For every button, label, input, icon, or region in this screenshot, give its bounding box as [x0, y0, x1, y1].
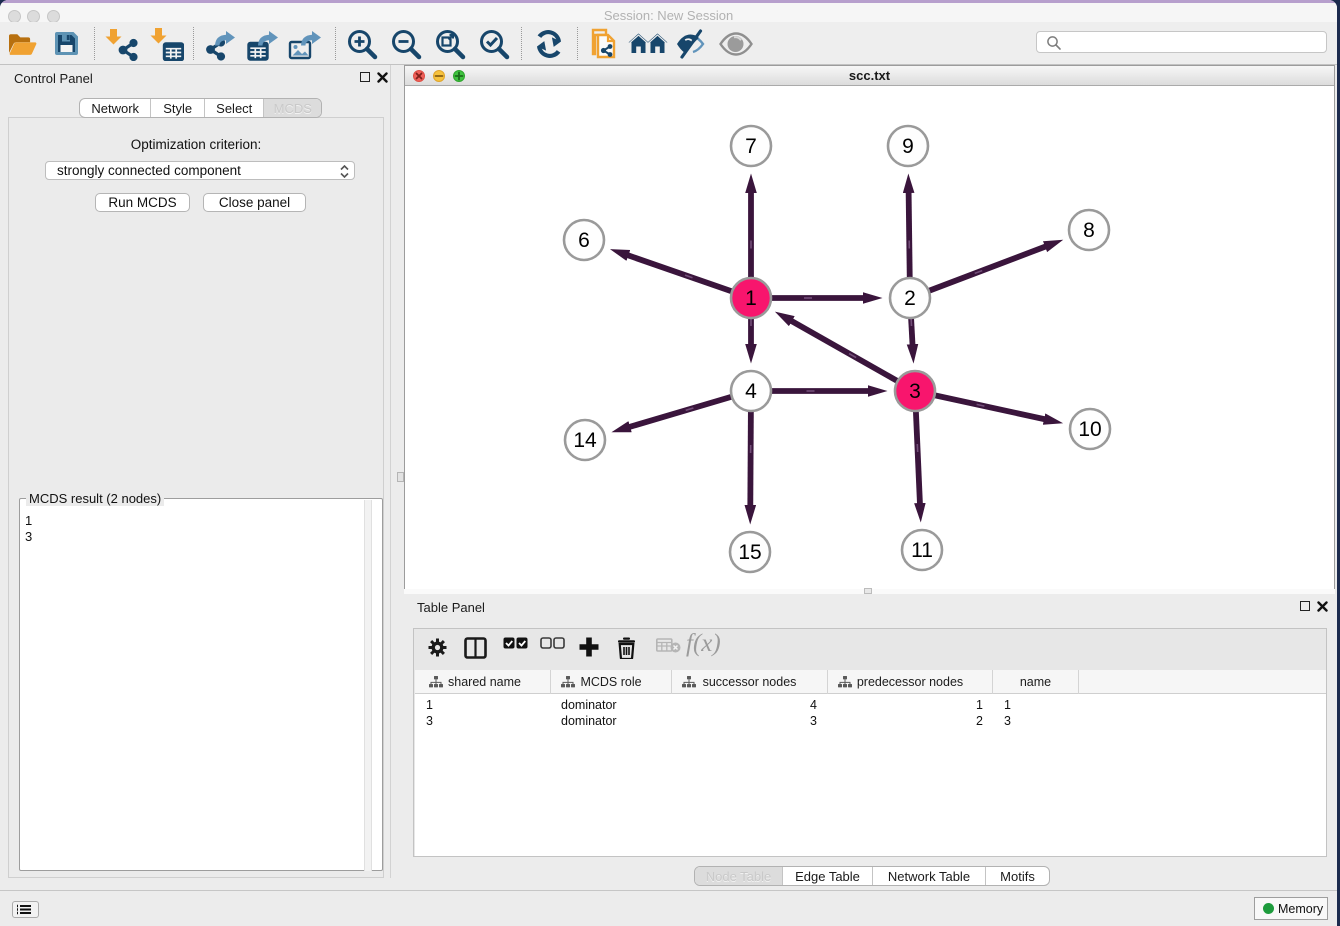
svg-text:1: 1 — [745, 287, 757, 310]
svg-text:4: 4 — [745, 380, 757, 403]
svg-text:10: 10 — [1078, 418, 1101, 441]
svg-text:3: 3 — [909, 380, 921, 403]
svg-text:14: 14 — [573, 429, 597, 452]
svg-text:8: 8 — [1083, 219, 1095, 242]
svg-text:11: 11 — [911, 539, 933, 562]
svg-text:9: 9 — [902, 135, 914, 158]
svg-text:6: 6 — [578, 229, 590, 252]
svg-text:7: 7 — [745, 135, 757, 158]
svg-text:15: 15 — [738, 541, 761, 564]
svg-text:2: 2 — [904, 287, 916, 310]
